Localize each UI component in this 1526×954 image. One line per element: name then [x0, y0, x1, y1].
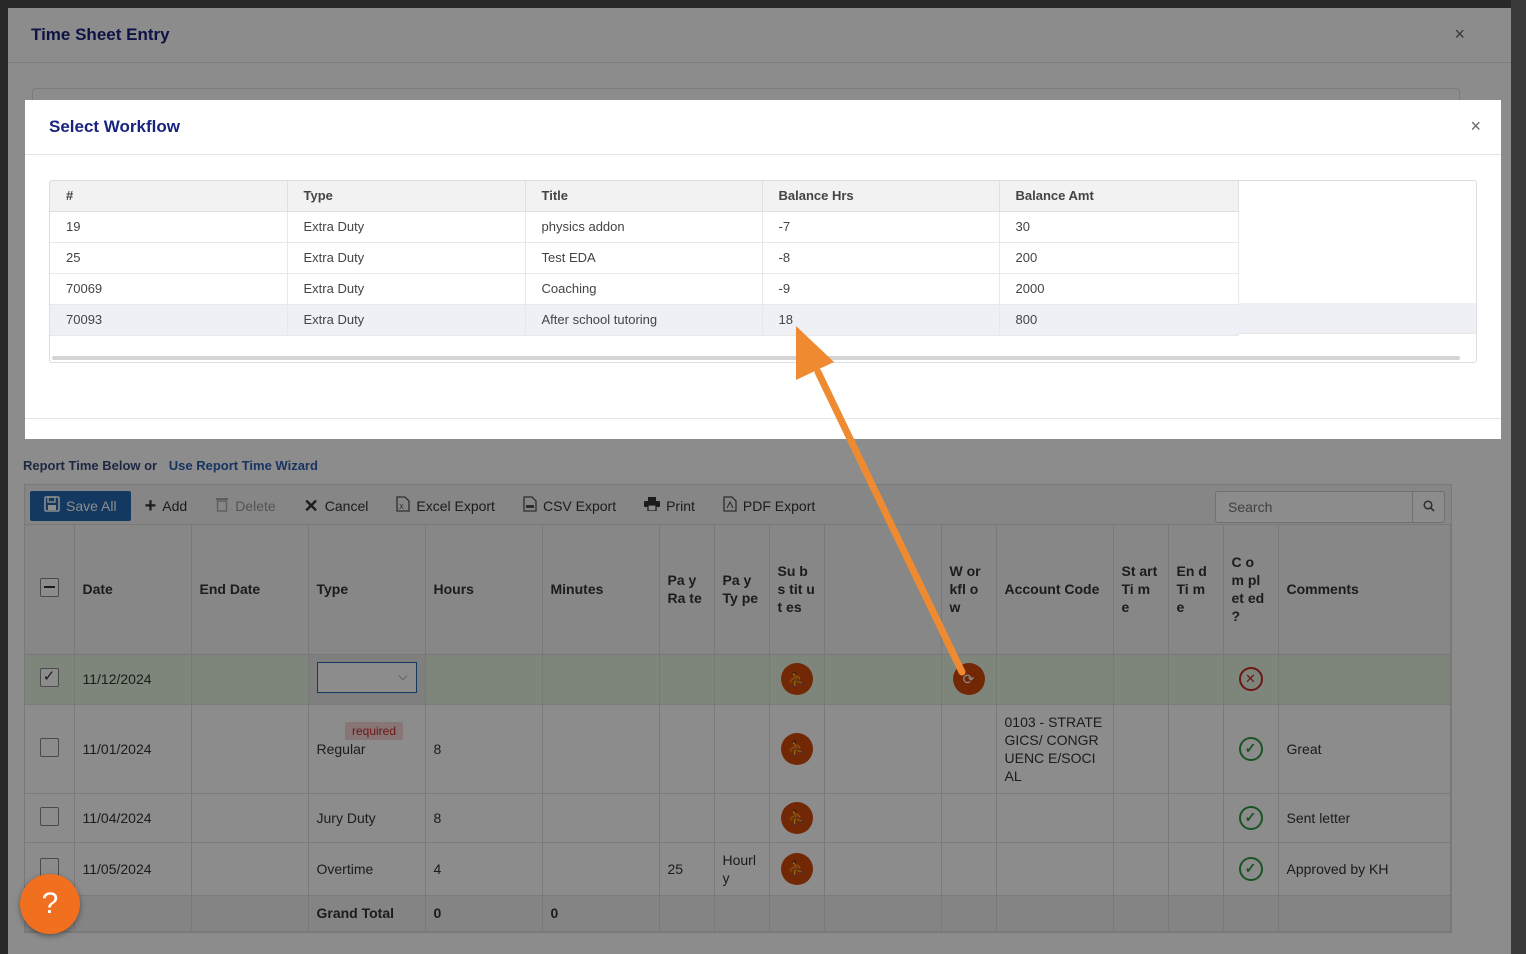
- workflow-close-icon[interactable]: ×: [1470, 116, 1481, 137]
- workflow-num-cell: 25: [50, 242, 288, 274]
- workflow-num-cell: 70093: [50, 304, 288, 336]
- workflow-balance-hrs-cell: -8: [762, 242, 1000, 274]
- workflow-balance-amt-cell: 800: [999, 304, 1239, 336]
- workflow-header-balance-hrs[interactable]: Balance Hrs: [762, 181, 1000, 212]
- workflow-modal-title: Select Workflow: [49, 117, 180, 136]
- workflow-header-row: # Type Title Balance Hrs Balance Amt: [50, 181, 1239, 212]
- help-button[interactable]: ?: [20, 874, 80, 934]
- workflow-balance-amt-cell: 200: [999, 242, 1239, 274]
- workflow-header-type[interactable]: Type: [287, 181, 526, 212]
- page-scrollbar[interactable]: [1511, 0, 1526, 954]
- workflow-balance-amt-cell: 2000: [999, 273, 1239, 305]
- workflow-balance-hrs-cell: -7: [762, 211, 1000, 243]
- workflow-row-selected[interactable]: 70093 Extra Duty After school tutoring 1…: [50, 304, 1239, 336]
- selected-row-extension: [1238, 303, 1476, 334]
- workflow-header-num[interactable]: #: [50, 181, 288, 212]
- workflow-modal-footer: [25, 418, 1501, 419]
- workflow-grid: # Type Title Balance Hrs Balance Amt 19 …: [49, 180, 1477, 363]
- workflow-horizontal-scrollbar[interactable]: [52, 356, 1460, 360]
- workflow-num-cell: 19: [50, 211, 288, 243]
- workflow-type-cell: Extra Duty: [287, 273, 526, 305]
- workflow-balance-amt-cell: 30: [999, 211, 1239, 243]
- select-workflow-modal: Select Workflow × # Type Title Balance H…: [25, 100, 1501, 439]
- workflow-num-cell: 70069: [50, 273, 288, 305]
- workflow-row[interactable]: 25 Extra Duty Test EDA -8 200: [50, 242, 1239, 274]
- workflow-balance-hrs-cell: 18: [762, 304, 1000, 336]
- workflow-type-cell: Extra Duty: [287, 242, 526, 274]
- workflow-title-cell: Coaching: [525, 273, 763, 305]
- workflow-row[interactable]: 70069 Extra Duty Coaching -9 2000: [50, 273, 1239, 305]
- workflow-title-cell: Test EDA: [525, 242, 763, 274]
- workflow-type-cell: Extra Duty: [287, 304, 526, 336]
- workflow-modal-header: Select Workflow ×: [25, 100, 1501, 155]
- workflow-title-cell: physics addon: [525, 211, 763, 243]
- workflow-header-balance-amt[interactable]: Balance Amt: [999, 181, 1239, 212]
- workflow-header-title[interactable]: Title: [525, 181, 763, 212]
- workflow-title-cell: After school tutoring: [525, 304, 763, 336]
- workflow-type-cell: Extra Duty: [287, 211, 526, 243]
- workflow-balance-hrs-cell: -9: [762, 273, 1000, 305]
- workflow-row[interactable]: 19 Extra Duty physics addon -7 30: [50, 211, 1239, 243]
